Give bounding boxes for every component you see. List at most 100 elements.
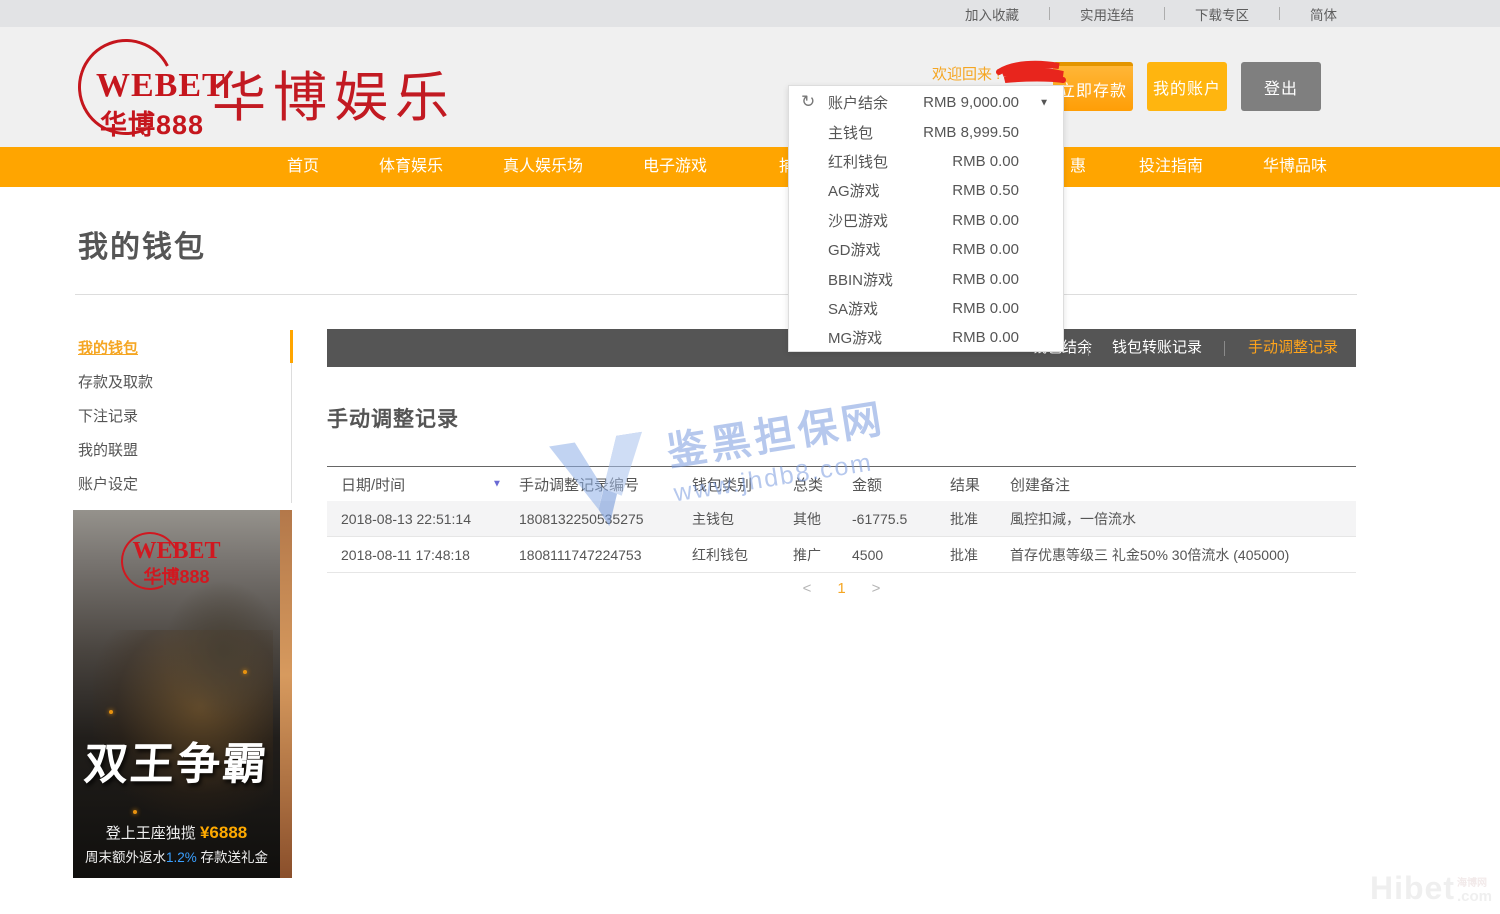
- sidebar-item-my-affiliate[interactable]: 我的联盟: [78, 432, 278, 466]
- my-account-button[interactable]: 我的账户: [1147, 62, 1227, 111]
- balance-label: 沙巴游戏: [828, 210, 888, 231]
- balance-value: RMB 0.00: [952, 329, 1019, 346]
- promo-banner[interactable]: WEBET 华博888 双王争霸 登上王座独揽 ¥6888 周末额外返水1.2%…: [73, 510, 292, 878]
- manual-adjustment-table: 日期/时间 ▼ 手动调整记录编号 钱包类别 总类 金额 结果 创建备注 2018…: [327, 466, 1356, 573]
- banner-title: 双王争霸: [73, 728, 282, 792]
- balance-row-bbin: BBIN游戏 RMB 0.00: [789, 264, 1063, 293]
- sidebar-item-account-settings[interactable]: 账户设定: [78, 466, 278, 500]
- banner-rebate-rate: 1.2%: [166, 850, 197, 865]
- balance-value: RMB 9,000.00: [923, 94, 1019, 111]
- balance-label: 账户结余: [828, 92, 888, 113]
- topbar-link-simplified-chinese[interactable]: 简体: [1310, 4, 1337, 24]
- redacted-username-scribble: [993, 57, 1071, 87]
- balance-row-ag: AG游戏 RMB 0.50: [789, 176, 1063, 205]
- banner-spark: [133, 810, 137, 814]
- banner-knight-shadow: [163, 580, 283, 720]
- pagination: < 1 >: [327, 580, 1356, 597]
- cell-datetime: 2018-08-13 22:51:14: [327, 511, 519, 527]
- balance-row-gd: GD游戏 RMB 0.00: [789, 235, 1063, 264]
- sidebar: 我的钱包 存款及取款 下注记录 我的联盟 账户设定: [78, 330, 278, 500]
- logo-webet-text[interactable]: WEBET: [96, 67, 226, 105]
- balance-row-main-wallet: 主钱包 RMB 8,999.50: [789, 117, 1063, 146]
- balance-dropdown: ↻ 账户结余 RMB 9,000.00 ▼ 主钱包 RMB 8,999.50 红…: [788, 85, 1064, 352]
- balance-value: RMB 0.50: [952, 182, 1019, 199]
- balance-row-saba: 沙巴游戏 RMB 0.00: [789, 206, 1063, 235]
- cell-wallet-type: 主钱包: [692, 509, 793, 529]
- top-utility-bar: 加入收藏 实用连结 下载专区 简体: [0, 0, 1500, 27]
- cell-remark: 首存优惠等级三 礼金50% 30倍流水 (405000): [1010, 545, 1356, 565]
- topbar-separator: [1279, 7, 1280, 20]
- cell-category: 推广: [793, 545, 852, 565]
- topbar-link-favorite[interactable]: 加入收藏: [965, 4, 1019, 24]
- balance-value: RMB 8,999.50: [923, 124, 1019, 141]
- table-row: 2018-08-11 17:48:18 1808111747224753 红利钱…: [327, 537, 1356, 573]
- topbar-link-downloads[interactable]: 下载专区: [1195, 4, 1249, 24]
- topbar-link-useful-links[interactable]: 实用连结: [1080, 4, 1134, 24]
- banner-next-slide-sliver: [280, 510, 292, 878]
- banner-rebate-text: 周末额外返水: [85, 850, 166, 865]
- col-header-category: 总类: [793, 474, 852, 495]
- banner-spark: [243, 670, 247, 674]
- nav-item-sports[interactable]: 体育娱乐: [379, 147, 443, 187]
- tab-manual-adjustment-records[interactable]: 手动调整记录: [1248, 329, 1338, 367]
- col-header-wallet-type: 钱包类别: [692, 474, 793, 495]
- balance-value: RMB 0.00: [952, 271, 1019, 288]
- page-title: 我的钱包: [78, 222, 206, 266]
- logout-button[interactable]: 登出: [1241, 62, 1321, 111]
- pagination-next-button[interactable]: >: [872, 580, 881, 597]
- balance-label: MG游戏: [828, 327, 882, 348]
- col-header-result: 结果: [950, 474, 1010, 495]
- sidebar-item-bet-records[interactable]: 下注记录: [78, 398, 278, 432]
- nav-item-live-casino[interactable]: 真人娱乐场: [503, 147, 583, 187]
- banner-logo: WEBET 华博888: [73, 538, 280, 589]
- table-row: 2018-08-13 22:51:14 1808132250535275 主钱包…: [327, 501, 1356, 537]
- pagination-page-1[interactable]: 1: [837, 580, 845, 597]
- balance-value: RMB 0.00: [952, 153, 1019, 170]
- nav-item-slots[interactable]: 电子游戏: [643, 147, 707, 187]
- col-header-datetime-label: 日期/时间: [341, 477, 405, 494]
- nav-item-huabo-taste[interactable]: 华博品味: [1263, 147, 1327, 187]
- sidebar-divider: [291, 363, 292, 503]
- pagination-prev-button[interactable]: <: [803, 580, 812, 597]
- hibet-text: Hibet: [1370, 872, 1455, 904]
- cell-result: 批准: [950, 545, 1010, 565]
- banner-offer-text: 登上王座独揽: [106, 825, 196, 842]
- hibet-suffix: .com: [1457, 889, 1492, 904]
- balance-row-sa: SA游戏 RMB 0.00: [789, 294, 1063, 323]
- banner-spark: [109, 710, 113, 714]
- balance-label: 红利钱包: [828, 151, 888, 172]
- cell-category: 其他: [793, 509, 852, 529]
- cell-remark: 風控扣減，一倍流水: [1010, 509, 1356, 529]
- banner-offer-line1: 登上王座独揽 ¥6888: [73, 822, 280, 843]
- table-header-row: 日期/时间 ▼ 手动调整记录编号 钱包类别 总类 金额 结果 创建备注: [327, 466, 1356, 501]
- balance-label: GD游戏: [828, 239, 881, 260]
- banner-offer-line2: 周末额外返水1.2% 存款送礼金: [73, 846, 284, 866]
- topbar-separator: [1164, 7, 1165, 20]
- sidebar-item-my-wallet[interactable]: 我的钱包: [78, 330, 278, 364]
- topbar-separator: [1049, 7, 1050, 20]
- nav-item-home[interactable]: 首页: [287, 147, 319, 187]
- hibet-cn-text: 海博网: [1457, 879, 1487, 889]
- col-header-record-id: 手动调整记录编号: [519, 474, 692, 495]
- logo-huabo888-text[interactable]: 华博888: [100, 103, 204, 142]
- balance-value: RMB 0.00: [952, 300, 1019, 317]
- tab-separator: [1224, 341, 1225, 356]
- banner-offer-amount: ¥6888: [200, 823, 247, 842]
- cell-record-id: 1808132250535275: [519, 511, 692, 527]
- balance-label: AG游戏: [828, 180, 880, 201]
- refresh-balance-icon[interactable]: ↻: [801, 92, 815, 112]
- col-header-remark: 创建备注: [1010, 474, 1356, 495]
- sidebar-item-deposit-withdraw[interactable]: 存款及取款: [78, 364, 278, 398]
- sidebar-active-indicator: [290, 330, 293, 363]
- collapse-balance-icon[interactable]: ▼: [1039, 97, 1049, 108]
- nav-item-promo-partial[interactable]: 惠: [1070, 147, 1086, 187]
- col-header-amount: 金额: [852, 474, 950, 495]
- site-header: WEBET 华博888 华博娱乐 欢迎回来 ! k 立即存款 我的账户 登出: [0, 27, 1500, 147]
- balance-label: SA游戏: [828, 298, 878, 319]
- sort-desc-icon[interactable]: ▼: [492, 479, 502, 490]
- cell-record-id: 1808111747224753: [519, 547, 692, 563]
- col-header-datetime: 日期/时间 ▼: [327, 474, 519, 495]
- nav-item-betting-guide[interactable]: 投注指南: [1139, 147, 1203, 187]
- tab-wallet-transfer-records[interactable]: 钱包转账记录: [1112, 329, 1202, 367]
- tab-separator: [1088, 341, 1089, 356]
